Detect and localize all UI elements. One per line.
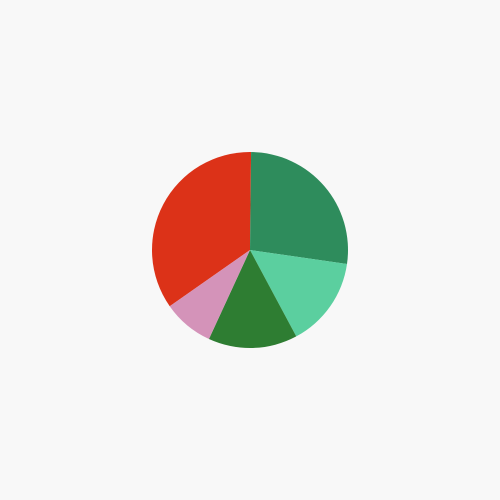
pie-slice-2 xyxy=(250,152,349,264)
chart-canvas xyxy=(0,0,500,500)
pie-chart xyxy=(152,152,349,348)
